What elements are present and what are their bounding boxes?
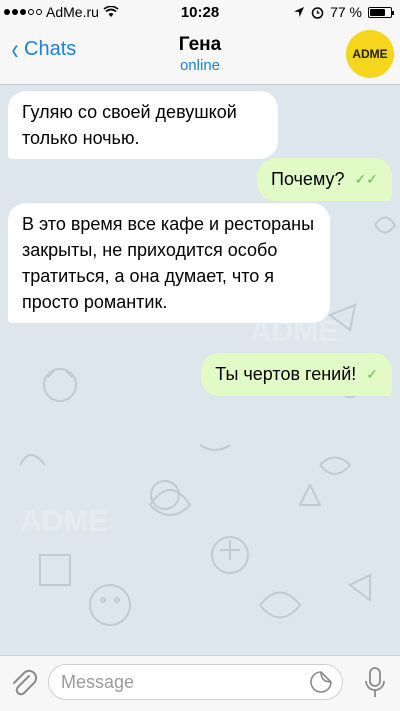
nav-bar: ‹ Chats Гена online ADME	[0, 24, 400, 85]
status-right: 77 %	[293, 4, 394, 20]
location-icon	[294, 7, 305, 17]
message-incoming: Гуляю со своей девушкой только ночью.	[8, 91, 278, 159]
message-outgoing: Почему? ✓✓	[257, 158, 392, 201]
chat-area[interactable]: ADME ADME Гуляю со своей девушкой только…	[0, 85, 400, 655]
message-text: В это время все кафе и рестораны закрыты…	[22, 214, 315, 312]
alarm-icon	[311, 6, 324, 19]
double-check-icon: ✓✓	[354, 171, 378, 187]
battery-percent: 77 %	[330, 4, 362, 20]
message-text: Почему?	[271, 169, 345, 189]
message-placeholder: Message	[61, 672, 135, 692]
message-incoming: В это время все кафе и рестораны закрыты…	[8, 203, 330, 323]
paperclip-icon[interactable]	[10, 668, 38, 700]
sticker-icon[interactable]	[310, 671, 332, 693]
chat-status: online	[179, 57, 221, 74]
battery-icon	[368, 6, 394, 18]
input-bar: Message	[0, 655, 400, 711]
check-icon: ✓	[366, 366, 378, 382]
watermark: ADME	[20, 505, 109, 538]
message-text: Ты чертов гений!	[215, 364, 357, 384]
chat-title[interactable]: Гена	[0, 34, 400, 56]
message-input[interactable]: Message	[48, 664, 343, 700]
message-outgoing: Ты чертов гений! ✓	[201, 353, 392, 396]
avatar[interactable]: ADME	[346, 30, 394, 78]
microphone-icon[interactable]	[364, 666, 386, 700]
status-bar: AdMe.ru 10:28 77 %	[0, 0, 400, 24]
message-text: Гуляю со своей девушкой только ночью.	[22, 102, 237, 148]
